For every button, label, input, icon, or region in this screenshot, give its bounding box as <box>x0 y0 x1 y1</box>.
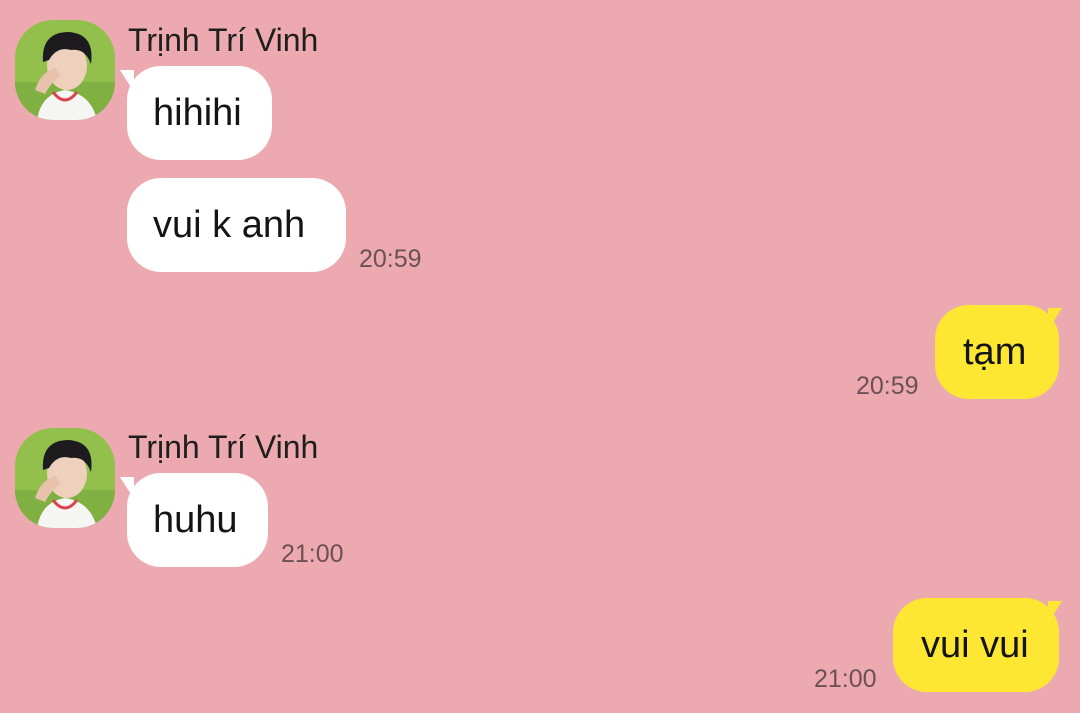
message-bubble[interactable]: tạm <box>935 305 1059 399</box>
message-timestamp: 20:59 <box>856 372 919 400</box>
message-timestamp: 21:00 <box>281 540 344 568</box>
sender-avatar[interactable] <box>15 20 115 120</box>
sender-avatar[interactable] <box>15 428 115 528</box>
message-timestamp: 21:00 <box>814 665 877 693</box>
message-bubble[interactable]: hihihi <box>127 66 272 160</box>
message-bubble[interactable]: vui k anh <box>127 178 346 272</box>
chat-thread: Trịnh Trí Vinh hihihi vui k anh 20:59 tạ… <box>0 0 1080 713</box>
sender-name: Trịnh Trí Vinh <box>128 429 319 465</box>
message-bubble[interactable]: vui vui <box>893 598 1059 692</box>
sender-name: Trịnh Trí Vinh <box>128 22 319 58</box>
message-timestamp: 20:59 <box>359 245 422 273</box>
message-bubble[interactable]: huhu <box>127 473 268 567</box>
